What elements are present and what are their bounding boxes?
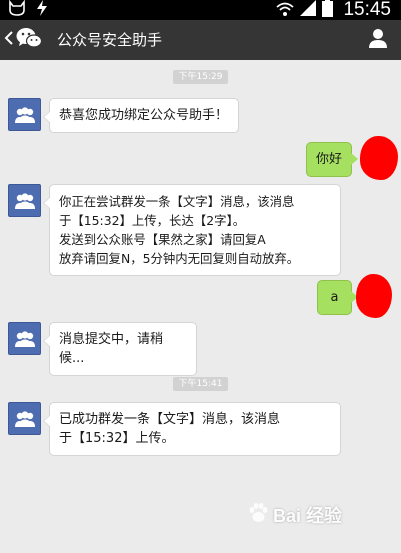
status-bar: 15:45 (0, 0, 401, 20)
signal-icon (300, 0, 317, 20)
title-bar: 公众号安全助手 (0, 20, 401, 60)
chat-message-list[interactable]: 下午15:29 恭喜您成功绑定公众号助手！ 你好 你正在尝试群发一条【文字】消息… (0, 60, 401, 553)
incoming-message-bubble[interactable]: 恭喜您成功绑定公众号助手！ (43, 98, 239, 133)
chat-title: 公众号安全助手 (57, 31, 163, 49)
cat-notification-icon (8, 0, 26, 20)
official-account-avatar-icon[interactable] (8, 98, 41, 131)
incoming-message-bubble[interactable]: 已成功群发一条【文字】消息，该消息 于【15:32】上传。 (43, 402, 341, 456)
incoming-message-bubble[interactable]: 消息提交中，请稍候... (43, 322, 197, 376)
battery-icon (322, 0, 334, 21)
redacted-avatar (360, 136, 398, 180)
timestamp: 下午15:29 (172, 70, 229, 84)
outgoing-message-bubble[interactable]: 你好 (306, 142, 358, 177)
incoming-message-bubble[interactable]: 你正在尝试群发一条【文字】消息，该消息 于【15:32】上传，长达【2字】。 发… (43, 184, 341, 276)
lightning-notification-icon (36, 0, 48, 20)
timestamp: 下午15:41 (172, 377, 229, 391)
official-account-avatar-icon[interactable] (8, 184, 41, 217)
back-button[interactable] (4, 24, 54, 56)
status-time: 15:45 (343, 0, 391, 20)
redacted-avatar (356, 274, 392, 318)
outgoing-message-bubble[interactable]: a (317, 280, 358, 315)
wechat-icon (16, 27, 43, 53)
official-account-avatar-icon[interactable] (8, 402, 41, 435)
profile-button[interactable] (365, 27, 391, 53)
notification-icons (8, 0, 48, 20)
official-account-avatar-icon[interactable] (8, 322, 41, 355)
person-icon (368, 28, 388, 52)
wifi-icon (276, 1, 295, 20)
chevron-left-icon (4, 30, 14, 50)
